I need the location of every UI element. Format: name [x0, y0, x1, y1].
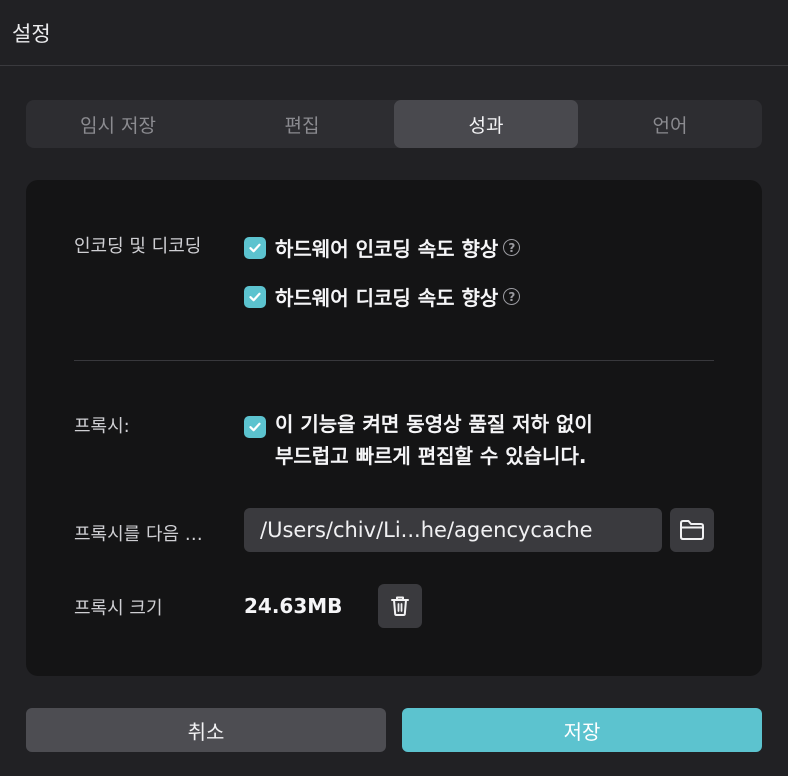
- check-icon: [249, 243, 261, 252]
- hw-decoding-checkbox[interactable]: [244, 285, 266, 308]
- proxy-description-line2: 부드럽고 빠르게 편집할 수 있습니다.: [275, 444, 587, 468]
- window-title: 설정: [12, 22, 51, 46]
- hw-encoding-option: 하드웨어 인코딩 속도 향상 ?: [244, 233, 521, 262]
- tab-edit[interactable]: 편집: [210, 100, 394, 148]
- proxy-path-field[interactable]: /Users/chiv/Li...he/agencycache: [244, 508, 662, 552]
- section-divider: [74, 360, 714, 361]
- hw-encoding-checkbox[interactable]: [244, 236, 266, 259]
- proxy-size-value: 24.63MB: [244, 594, 343, 618]
- proxy-label: 프록시:: [74, 416, 130, 437]
- check-icon: [249, 292, 261, 301]
- tab-bar: 임시 저장 편집 성과 언어: [26, 100, 762, 148]
- cancel-button[interactable]: 취소: [26, 708, 386, 752]
- tab-temp-save[interactable]: 임시 저장: [26, 100, 210, 148]
- settings-panel: 인코딩 및 디코딩 하드웨어 인코딩 속도 향상 ? 하드웨어 디코딩 속도 향…: [26, 180, 762, 676]
- check-icon: [249, 422, 261, 432]
- question-circle-icon[interactable]: ?: [503, 288, 521, 305]
- browse-folder-button[interactable]: [670, 508, 714, 552]
- hw-encoding-label: 하드웨어 인코딩 속도 향상: [275, 237, 499, 261]
- trash-icon: [391, 596, 409, 616]
- proxy-size-label: 프록시 크기: [74, 598, 163, 619]
- tab-language[interactable]: 언어: [578, 100, 762, 148]
- hw-decoding-label: 하드웨어 디코딩 속도 향상: [275, 286, 499, 310]
- proxy-description-line1: 이 기능을 켜면 동영상 품질 저하 없이: [275, 412, 593, 436]
- proxy-checkbox[interactable]: [244, 416, 266, 438]
- save-button[interactable]: 저장: [402, 708, 762, 752]
- tab-performance[interactable]: 성과: [394, 100, 578, 148]
- proxy-option: 이 기능을 켜면 동영상 품질 저하 없이 부드럽고 빠르게 편집할 수 있습니…: [244, 408, 593, 472]
- clear-proxy-button[interactable]: [378, 584, 422, 628]
- encoding-label: 인코딩 및 디코딩: [74, 236, 202, 257]
- question-circle-icon[interactable]: ?: [503, 239, 521, 256]
- title-bar: 설정: [0, 0, 788, 66]
- proxy-location-label: 프록시를 다음 …: [74, 524, 203, 545]
- hw-decoding-option: 하드웨어 디코딩 속도 향상 ?: [244, 282, 521, 311]
- folder-icon: [680, 520, 704, 540]
